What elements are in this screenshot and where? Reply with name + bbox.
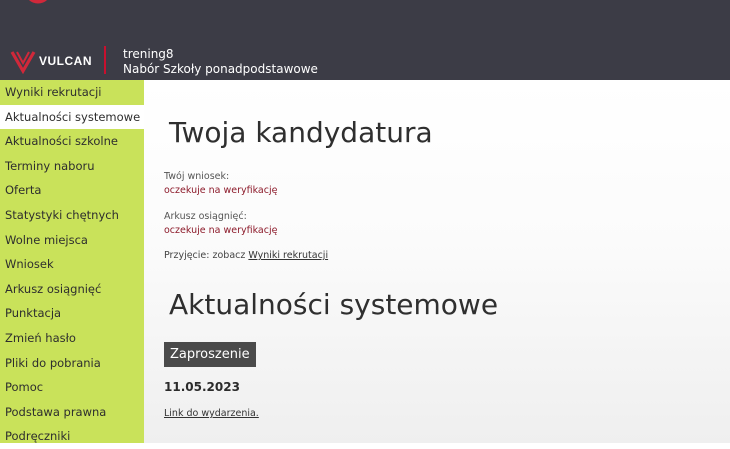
sidebar-item-podstawa-prawna[interactable]: Podstawa prawna <box>0 400 144 425</box>
news-title: Aktualności systemowe <box>169 288 499 321</box>
sidebar-item-pomoc[interactable]: Pomoc <box>0 375 144 400</box>
sidebar-item-arkusz-osiagniec[interactable]: Arkusz osiągnięć <box>0 277 144 302</box>
admission-prefix: Przyjęcie: zobacz <box>164 250 246 261</box>
achievements-label: Arkusz osiągnięć: <box>164 211 247 222</box>
news-item-date: 11.05.2023 <box>164 380 240 394</box>
brand-name: VULCAN <box>39 54 92 68</box>
admission-line: Przyjęcie: zobacz Wyniki rekrutacji <box>164 250 328 261</box>
sidebar-item-aktualnosci-szkolne[interactable]: Aktualności szkolne <box>0 129 144 154</box>
vulcan-logo-icon <box>28 0 48 4</box>
sidebar-item-pliki-do-pobrania[interactable]: Pliki do pobrania <box>0 351 144 376</box>
system-name: Nabór Szkoły ponadpodstawowe <box>123 62 318 76</box>
school-info: trening8 Nabór Szkoły ponadpodstawowe <box>123 47 318 77</box>
candidacy-title: Twoja kandydatura <box>169 116 433 149</box>
sidebar-item-statystyki-chetnych[interactable]: Statystyki chętnych <box>0 203 144 228</box>
event-link[interactable]: Link do wydarzenia. <box>164 408 259 419</box>
school-name: trening8 <box>123 47 174 61</box>
sidebar-item-wniosek[interactable]: Wniosek <box>0 252 144 277</box>
header-divider <box>104 46 106 74</box>
main-content: Twoja kandydatura Twój wniosek: oczekuje… <box>144 80 730 443</box>
application-label: Twój wniosek: <box>164 171 230 182</box>
application-status: oczekuje na weryfikację <box>164 185 278 196</box>
sidebar-item-punktacja[interactable]: Punktacja <box>0 301 144 326</box>
sidebar-item-podreczniki[interactable]: Podręczniki <box>0 424 144 449</box>
news-item-title-badge: Zaproszenie <box>164 342 256 367</box>
sidebar-item-wyniki-rekrutacji[interactable]: Wyniki rekrutacji <box>0 80 144 105</box>
sidebar-item-aktualnosci-systemowe[interactable]: Aktualności systemowe <box>0 104 144 130</box>
sidebar-menu: Wyniki rekrutacji Aktualności systemowe … <box>0 80 144 443</box>
admission-results-link[interactable]: Wyniki rekrutacji <box>248 250 328 261</box>
top-bar: VULCAN trening8 Nabór Szkoły ponadpodsta… <box>0 0 730 80</box>
sidebar-item-zmien-haslo[interactable]: Zmień hasło <box>0 326 144 351</box>
vulcan-logo[interactable]: VULCAN <box>10 46 92 76</box>
sidebar-item-wolne-miejsca[interactable]: Wolne miejsca <box>0 228 144 253</box>
sidebar-item-oferta[interactable]: Oferta <box>0 178 144 203</box>
achievements-status: oczekuje na weryfikację <box>164 225 278 236</box>
sidebar-item-terminy-naboru[interactable]: Terminy naboru <box>0 154 144 179</box>
vulcan-v-icon <box>10 51 36 74</box>
